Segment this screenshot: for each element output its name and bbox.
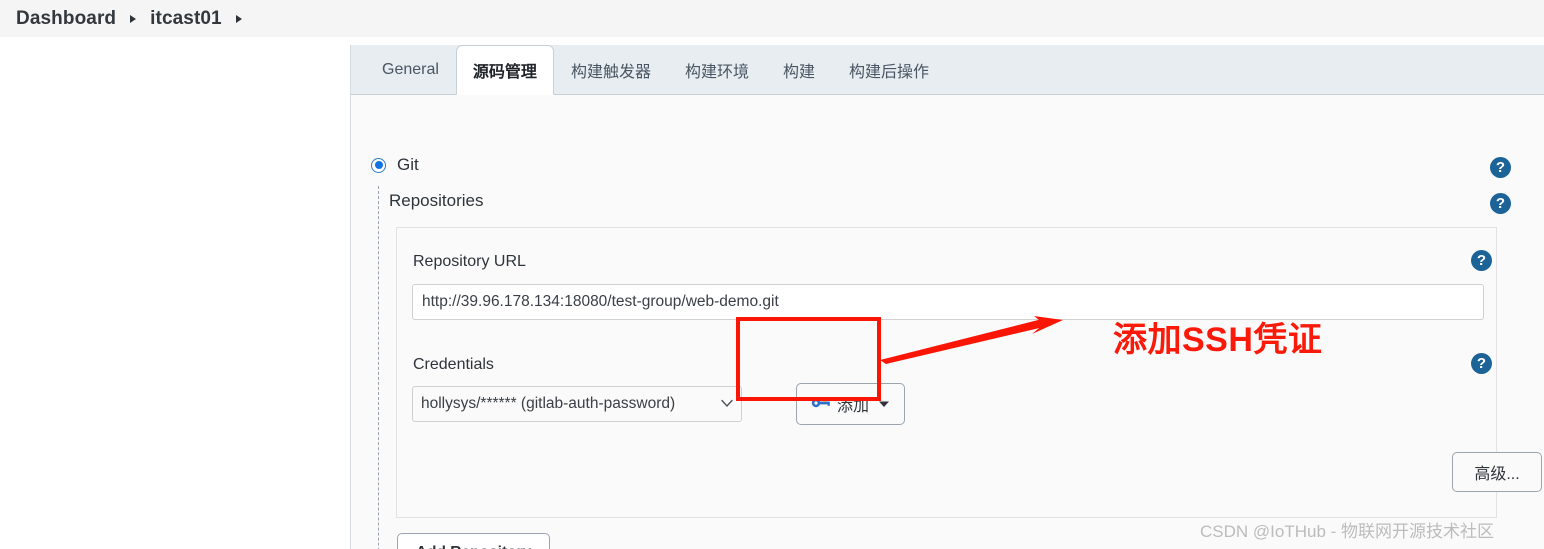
add-credentials-label: 添加	[837, 398, 870, 415]
repositories-section-title: Repositories	[389, 191, 484, 210]
credentials-select-value: hollysys/****** (gitlab-auth-password)	[421, 395, 676, 412]
help-icon-credentials[interactable]: ?	[1471, 353, 1492, 374]
tab-build-triggers[interactable]: 构建触发器	[554, 45, 668, 94]
help-icon-repositories[interactable]: ?	[1490, 193, 1511, 214]
chevron-right-icon	[116, 14, 150, 24]
tab-build[interactable]: 构建	[766, 45, 832, 94]
breadcrumb: Dashboard itcast01	[0, 0, 1544, 37]
tab-general[interactable]: General	[365, 45, 456, 94]
tab-post-build[interactable]: 构建后操作	[832, 45, 946, 94]
breadcrumb-item-itcast01[interactable]: itcast01	[150, 8, 222, 30]
scm-git-option[interactable]: Git	[371, 155, 419, 175]
breadcrumb-item-dashboard[interactable]: Dashboard	[16, 8, 116, 30]
annotation-text: 添加SSH凭证	[1113, 321, 1323, 359]
key-icon	[811, 395, 831, 414]
scm-git-label: Git	[397, 155, 419, 174]
repository-block: Repository URL Credentials hollysys/****…	[396, 227, 1542, 518]
tab-build-environment[interactable]: 构建环境	[668, 45, 766, 94]
config-panel-body: Git Repositories Repository URL Credenti…	[351, 95, 1544, 549]
chevron-down-icon	[721, 395, 733, 413]
watermark: CSDN @IoTHub - 物联网开源技术社区	[1200, 522, 1495, 541]
advanced-button[interactable]: 高级...	[1452, 452, 1542, 492]
caret-down-icon	[878, 395, 890, 413]
help-icon-repository-url[interactable]: ?	[1471, 250, 1492, 271]
config-tab-strip: General 源码管理 构建触发器 构建环境 构建 构建后操作	[351, 45, 1544, 95]
job-config-panel: General 源码管理 构建触发器 构建环境 构建 构建后操作 Git Rep…	[350, 45, 1544, 549]
radio-git[interactable]	[371, 157, 386, 173]
repository-url-input[interactable]	[412, 284, 1484, 320]
tab-source-code-mgmt[interactable]: 源码管理	[455, 45, 554, 95]
chevron-right-icon-2[interactable]	[222, 14, 256, 24]
credentials-select[interactable]: hollysys/****** (gitlab-auth-password)	[412, 386, 742, 422]
section-guide-line	[378, 186, 379, 549]
screenshot-root: Dashboard itcast01 General 源码管理 构建触发器 构建…	[0, 0, 1544, 549]
help-icon-scm[interactable]: ?	[1490, 157, 1511, 178]
add-repository-button[interactable]: Add Repository	[397, 533, 550, 549]
credentials-label: Credentials	[413, 356, 494, 373]
repository-url-label: Repository URL	[413, 253, 526, 270]
add-credentials-button[interactable]: 添加	[796, 383, 906, 425]
